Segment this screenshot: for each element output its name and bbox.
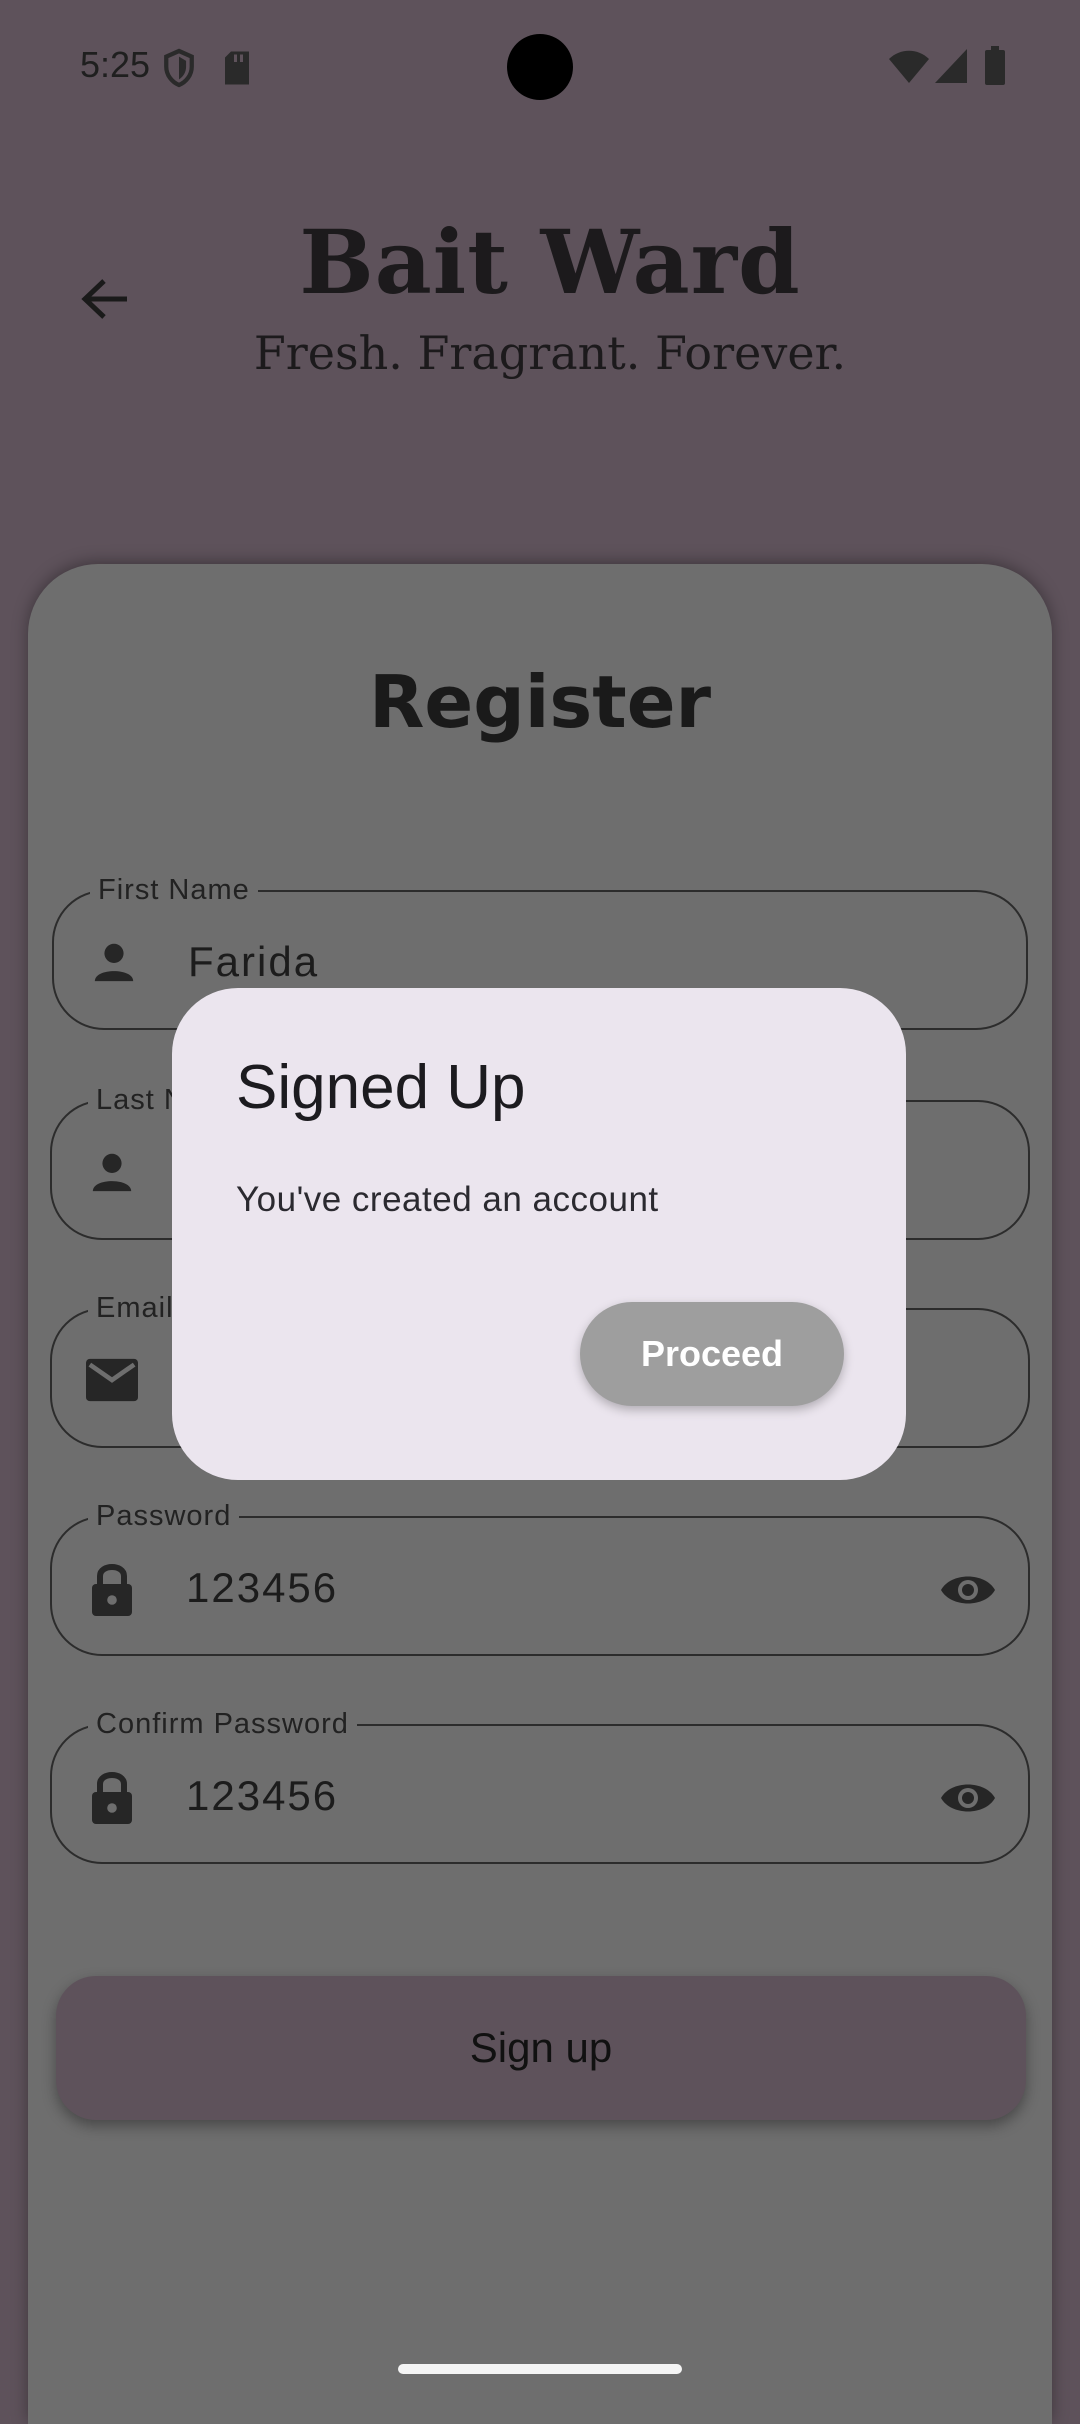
mail-icon <box>86 1354 138 1406</box>
page-title: Register <box>368 660 712 744</box>
first-name-input[interactable]: Farida <box>188 936 319 988</box>
email-label: Email <box>88 1290 182 1326</box>
home-indicator[interactable] <box>398 2364 682 2374</box>
signed-up-dialog: Signed Up You've created an account Proc… <box>172 988 906 1480</box>
camera-cutout <box>507 34 573 100</box>
confirm-password-label: Confirm Password <box>88 1706 357 1742</box>
person-icon <box>88 936 140 988</box>
eye-icon[interactable] <box>938 1768 998 1828</box>
brand-title: Bait Ward <box>299 210 801 314</box>
person-icon <box>86 1146 138 1198</box>
register-card <box>28 564 1052 2424</box>
battery-icon <box>984 46 1006 91</box>
lock-icon <box>86 1562 138 1616</box>
password-field[interactable]: Password 123456 <box>50 1498 1030 1656</box>
confirm-password-input[interactable]: 123456 <box>186 1770 338 1822</box>
status-time: 5:25 <box>80 44 151 85</box>
brand-tagline: Fresh. Fragrant. Forever. <box>253 326 847 380</box>
signal-icon <box>934 48 968 89</box>
confirm-password-field[interactable]: Confirm Password 123456 <box>50 1706 1030 1864</box>
dialog-title: Signed Up <box>236 1053 526 1122</box>
dialog-message: You've created an account <box>236 1180 659 1219</box>
sign-up-button[interactable]: Sign up <box>56 1976 1026 2120</box>
wifi-icon <box>888 50 930 89</box>
status-bar: 5:25 <box>0 0 1080 130</box>
shield-icon <box>162 48 196 93</box>
lock-icon <box>86 1770 138 1824</box>
password-label: Password <box>88 1498 240 1534</box>
sd-card-icon <box>222 50 252 91</box>
password-input[interactable]: 123456 <box>186 1562 338 1614</box>
first-name-label: First Name <box>90 872 258 908</box>
proceed-button[interactable]: Proceed <box>580 1302 844 1406</box>
eye-icon[interactable] <box>938 1560 998 1620</box>
